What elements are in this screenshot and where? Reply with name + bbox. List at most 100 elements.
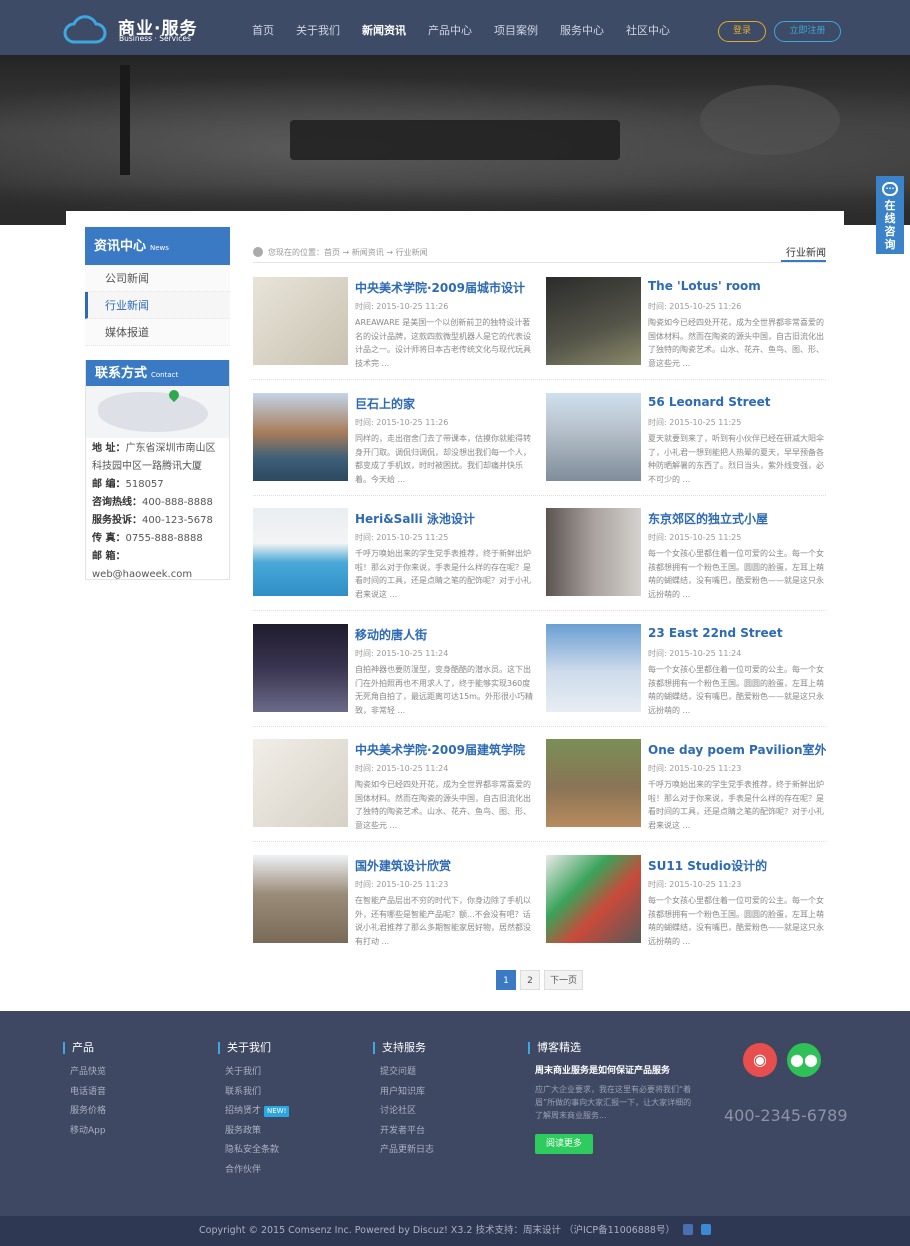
footer-link[interactable]: 讨论社区 bbox=[373, 1102, 434, 1122]
article-card[interactable]: 中央美术学院·2009届建筑学院 时间: 2015-10-25 11:24 陶瓷如今… bbox=[253, 739, 533, 837]
breadcrumb-text: 您现在的位置：首页 → 新闻资讯 → 行业新闻 bbox=[268, 248, 428, 257]
article-thumbnail[interactable] bbox=[546, 508, 641, 596]
site-footer: 产品 产品快览 电话语音 服务价格 移动App 关于我们 关于我们 联系我们 招… bbox=[0, 1011, 910, 1216]
article-title[interactable]: SU11 Studio设计的 bbox=[648, 857, 826, 874]
article-excerpt: 同样的，走出宿舍门去了带课本，估摸你就能得转身开门取。调侃归调侃，却没想出我们每… bbox=[355, 434, 531, 484]
article-date: 时间: 2015-10-25 11:23 bbox=[355, 880, 449, 889]
article-thumbnail[interactable] bbox=[546, 624, 641, 712]
article-thumbnail[interactable] bbox=[253, 739, 348, 827]
footer-link[interactable]: 隐私安全条款 bbox=[218, 1141, 289, 1161]
article-title[interactable]: 中央美术学院·2009届城市设计 bbox=[355, 279, 533, 296]
article-card[interactable]: 23 East 22nd Street 时间: 2015-10-25 11:24 每… bbox=[546, 624, 826, 722]
article-title[interactable]: Heri&Salli 泳池设计 bbox=[355, 510, 533, 527]
row-divider bbox=[253, 841, 826, 842]
footer-link[interactable]: 合作伙伴 bbox=[218, 1161, 289, 1181]
page-1-button[interactable]: 1 bbox=[496, 970, 516, 990]
footer-link[interactable]: 提交问题 bbox=[373, 1063, 434, 1083]
article-title[interactable]: 巨石上的家 bbox=[355, 395, 533, 412]
article-card[interactable]: The 'Lotus' room 时间: 2015-10-25 11:26 陶瓷如今… bbox=[546, 277, 826, 375]
copyright-text: Copyright © 2015 Comsenz Inc. Powered by… bbox=[199, 1225, 675, 1236]
nav-service[interactable]: 服务中心 bbox=[549, 0, 615, 55]
footer-link[interactable]: 服务政策 bbox=[218, 1122, 289, 1142]
article-excerpt: 陶瓷如今已经四处开花，成为全世界都非常喜爱的国体材料。然而在陶瓷的源头中国，自古… bbox=[355, 780, 531, 830]
blog-excerpt: 应广大企业要求，我在这里有必要将我们“着眉”所做的事向大家汇报一下，让大家详细的… bbox=[535, 1085, 692, 1120]
sidebar-item-company-news[interactable]: 公司新闻 bbox=[85, 265, 230, 292]
security-shield-icon[interactable] bbox=[682, 1224, 693, 1235]
article-date: 时间: 2015-10-25 11:23 bbox=[648, 764, 742, 773]
weibo-icon[interactable]: ◉ bbox=[743, 1043, 777, 1077]
nav-community[interactable]: 社区中心 bbox=[615, 0, 681, 55]
article-card[interactable]: Heri&Salli 泳池设计 时间: 2015-10-25 11:25 千呼万唤始… bbox=[253, 508, 533, 606]
footer-col-support: 支持服务 提交问题 用户知识库 讨论社区 开发者平台 产品更新日志 bbox=[373, 1042, 434, 1161]
footer-link[interactable]: 关于我们 bbox=[218, 1063, 289, 1083]
nav-cases[interactable]: 项目案例 bbox=[483, 0, 549, 55]
footer-col-title: 支持服务 bbox=[373, 1042, 434, 1054]
nav-news[interactable]: 新闻资讯 bbox=[351, 0, 417, 55]
article-thumbnail[interactable] bbox=[253, 277, 348, 365]
footer-link[interactable]: 用户知识库 bbox=[373, 1083, 434, 1103]
article-title[interactable]: 东京郊区的独立式小屋 bbox=[648, 510, 826, 527]
read-more-button[interactable]: 阅读更多 bbox=[535, 1134, 593, 1154]
contact-subtitle: Contact bbox=[151, 371, 179, 379]
news-category-box: 资讯中心 News 公司新闻 行业新闻 媒体报道 bbox=[85, 227, 230, 348]
article-title[interactable]: The 'Lotus' room bbox=[648, 279, 826, 293]
article-title[interactable]: 56 Leonard Street bbox=[648, 395, 826, 409]
next-page-button[interactable]: 下一页 bbox=[544, 970, 584, 990]
content-panel: 资讯中心 News 公司新闻 行业新闻 媒体报道 联系方式 Contact 地 址：… bbox=[66, 211, 844, 1011]
footer-col-title: 关于我们 bbox=[218, 1042, 289, 1054]
footer-link[interactable]: 招纳贤才 NEW! bbox=[218, 1102, 290, 1122]
article-thumbnail[interactable] bbox=[546, 855, 641, 943]
footer-link[interactable]: 电话语音 bbox=[63, 1083, 106, 1103]
article-date: 时间: 2015-10-25 11:25 bbox=[648, 418, 742, 427]
article-thumbnail[interactable] bbox=[546, 739, 641, 827]
article-title[interactable]: 中央美术学院·2009届建筑学院 bbox=[355, 741, 533, 758]
contact-hotline: 咨询热线：400-888-8888 bbox=[92, 497, 213, 508]
sidebar-item-industry-news[interactable]: 行业新闻 bbox=[85, 292, 230, 319]
article-date: 时间: 2015-10-25 11:24 bbox=[648, 649, 742, 658]
article-excerpt: 每一个女孩心里都住着一位可爱的公主。每一个女孩都想拥有一个粉色王国。圆圆的脸蛋，… bbox=[648, 896, 824, 946]
online-consult-button[interactable]: ··· 在线咨询 bbox=[876, 176, 904, 254]
footer-link[interactable]: 联系我们 bbox=[218, 1083, 289, 1103]
register-button[interactable]: 立即注册 bbox=[774, 21, 841, 42]
article-excerpt: 在智能产品层出不穷的时代下，你身边除了手机以外，还有哪些是智能产品呢？额...不… bbox=[355, 896, 531, 946]
article-thumbnail[interactable] bbox=[253, 624, 348, 712]
login-button[interactable]: 登录 bbox=[718, 21, 766, 42]
article-card[interactable]: 巨石上的家时间: 2015-10-25 11:26 同样的，走出宿舍门去了带课本，… bbox=[253, 393, 533, 491]
footer-col-title: 产品 bbox=[63, 1042, 106, 1054]
sidebar-item-media-reports[interactable]: 媒体报道 bbox=[85, 319, 230, 346]
wechat-icon[interactable]: ●● bbox=[787, 1043, 821, 1077]
home-icon[interactable] bbox=[253, 247, 263, 257]
footer-link[interactable]: 服务价格 bbox=[63, 1102, 106, 1122]
article-thumbnail[interactable] bbox=[253, 393, 348, 481]
article-card[interactable]: 国外建筑设计欣赏时间: 2015-10-25 11:23 在智能产品层出不穷的时代… bbox=[253, 855, 533, 953]
article-card[interactable]: 东京郊区的独立式小屋 时间: 2015-10-25 11:25 每一个女孩心里都住着… bbox=[546, 508, 826, 606]
article-card[interactable]: One day poem Pavilion室外时间: 2015-10-25 11… bbox=[546, 739, 826, 837]
article-date: 时间: 2015-10-25 11:26 bbox=[355, 418, 449, 427]
article-thumbnail[interactable] bbox=[546, 277, 641, 365]
online-consult-label: 在线咨询 bbox=[884, 199, 896, 251]
blog-headline[interactable]: 周末商业服务是如何保证产品服务 bbox=[528, 1063, 698, 1076]
article-title[interactable]: One day poem Pavilion室外 bbox=[648, 741, 826, 758]
article-card[interactable]: SU11 Studio设计的 时间: 2015-10-25 11:23 每一个女孩心… bbox=[546, 855, 826, 953]
site-logo[interactable]: 商业·服务 Business · Services bbox=[62, 12, 222, 46]
article-title[interactable]: 移动的唐人街 bbox=[355, 626, 533, 643]
article-thumbnail[interactable] bbox=[546, 393, 641, 481]
article-thumbnail[interactable] bbox=[253, 508, 348, 596]
article-card[interactable]: 56 Leonard Street 时间: 2015-10-25 11:25 夏天就… bbox=[546, 393, 826, 491]
nav-products[interactable]: 产品中心 bbox=[417, 0, 483, 55]
article-card[interactable]: 中央美术学院·2009届城市设计 时间: 2015-10-25 11:26 AREA… bbox=[253, 277, 533, 375]
page-2-button[interactable]: 2 bbox=[520, 970, 540, 990]
nav-about[interactable]: 关于我们 bbox=[285, 0, 351, 55]
footer-link[interactable]: 产品快览 bbox=[63, 1063, 106, 1083]
article-title[interactable]: 国外建筑设计欣赏 bbox=[355, 857, 533, 874]
pagination: 1 2 下一页 bbox=[496, 970, 584, 990]
footer-col-about: 关于我们 关于我们 联系我们 招纳贤才 NEW! 服务政策 隐私安全条款 合作伙伴 bbox=[218, 1042, 290, 1181]
nav-home[interactable]: 首页 bbox=[241, 0, 285, 55]
ie-icon[interactable] bbox=[700, 1224, 711, 1235]
footer-link[interactable]: 产品更新日志 bbox=[373, 1141, 434, 1161]
article-thumbnail[interactable] bbox=[253, 855, 348, 943]
article-title[interactable]: 23 East 22nd Street bbox=[648, 626, 826, 640]
article-card[interactable]: 移动的唐人街 时间: 2015-10-25 11:24 自拍神器也要防湿型，变身酷酷… bbox=[253, 624, 533, 722]
footer-link[interactable]: 移动App bbox=[63, 1122, 106, 1142]
footer-link[interactable]: 开发者平台 bbox=[373, 1122, 434, 1142]
